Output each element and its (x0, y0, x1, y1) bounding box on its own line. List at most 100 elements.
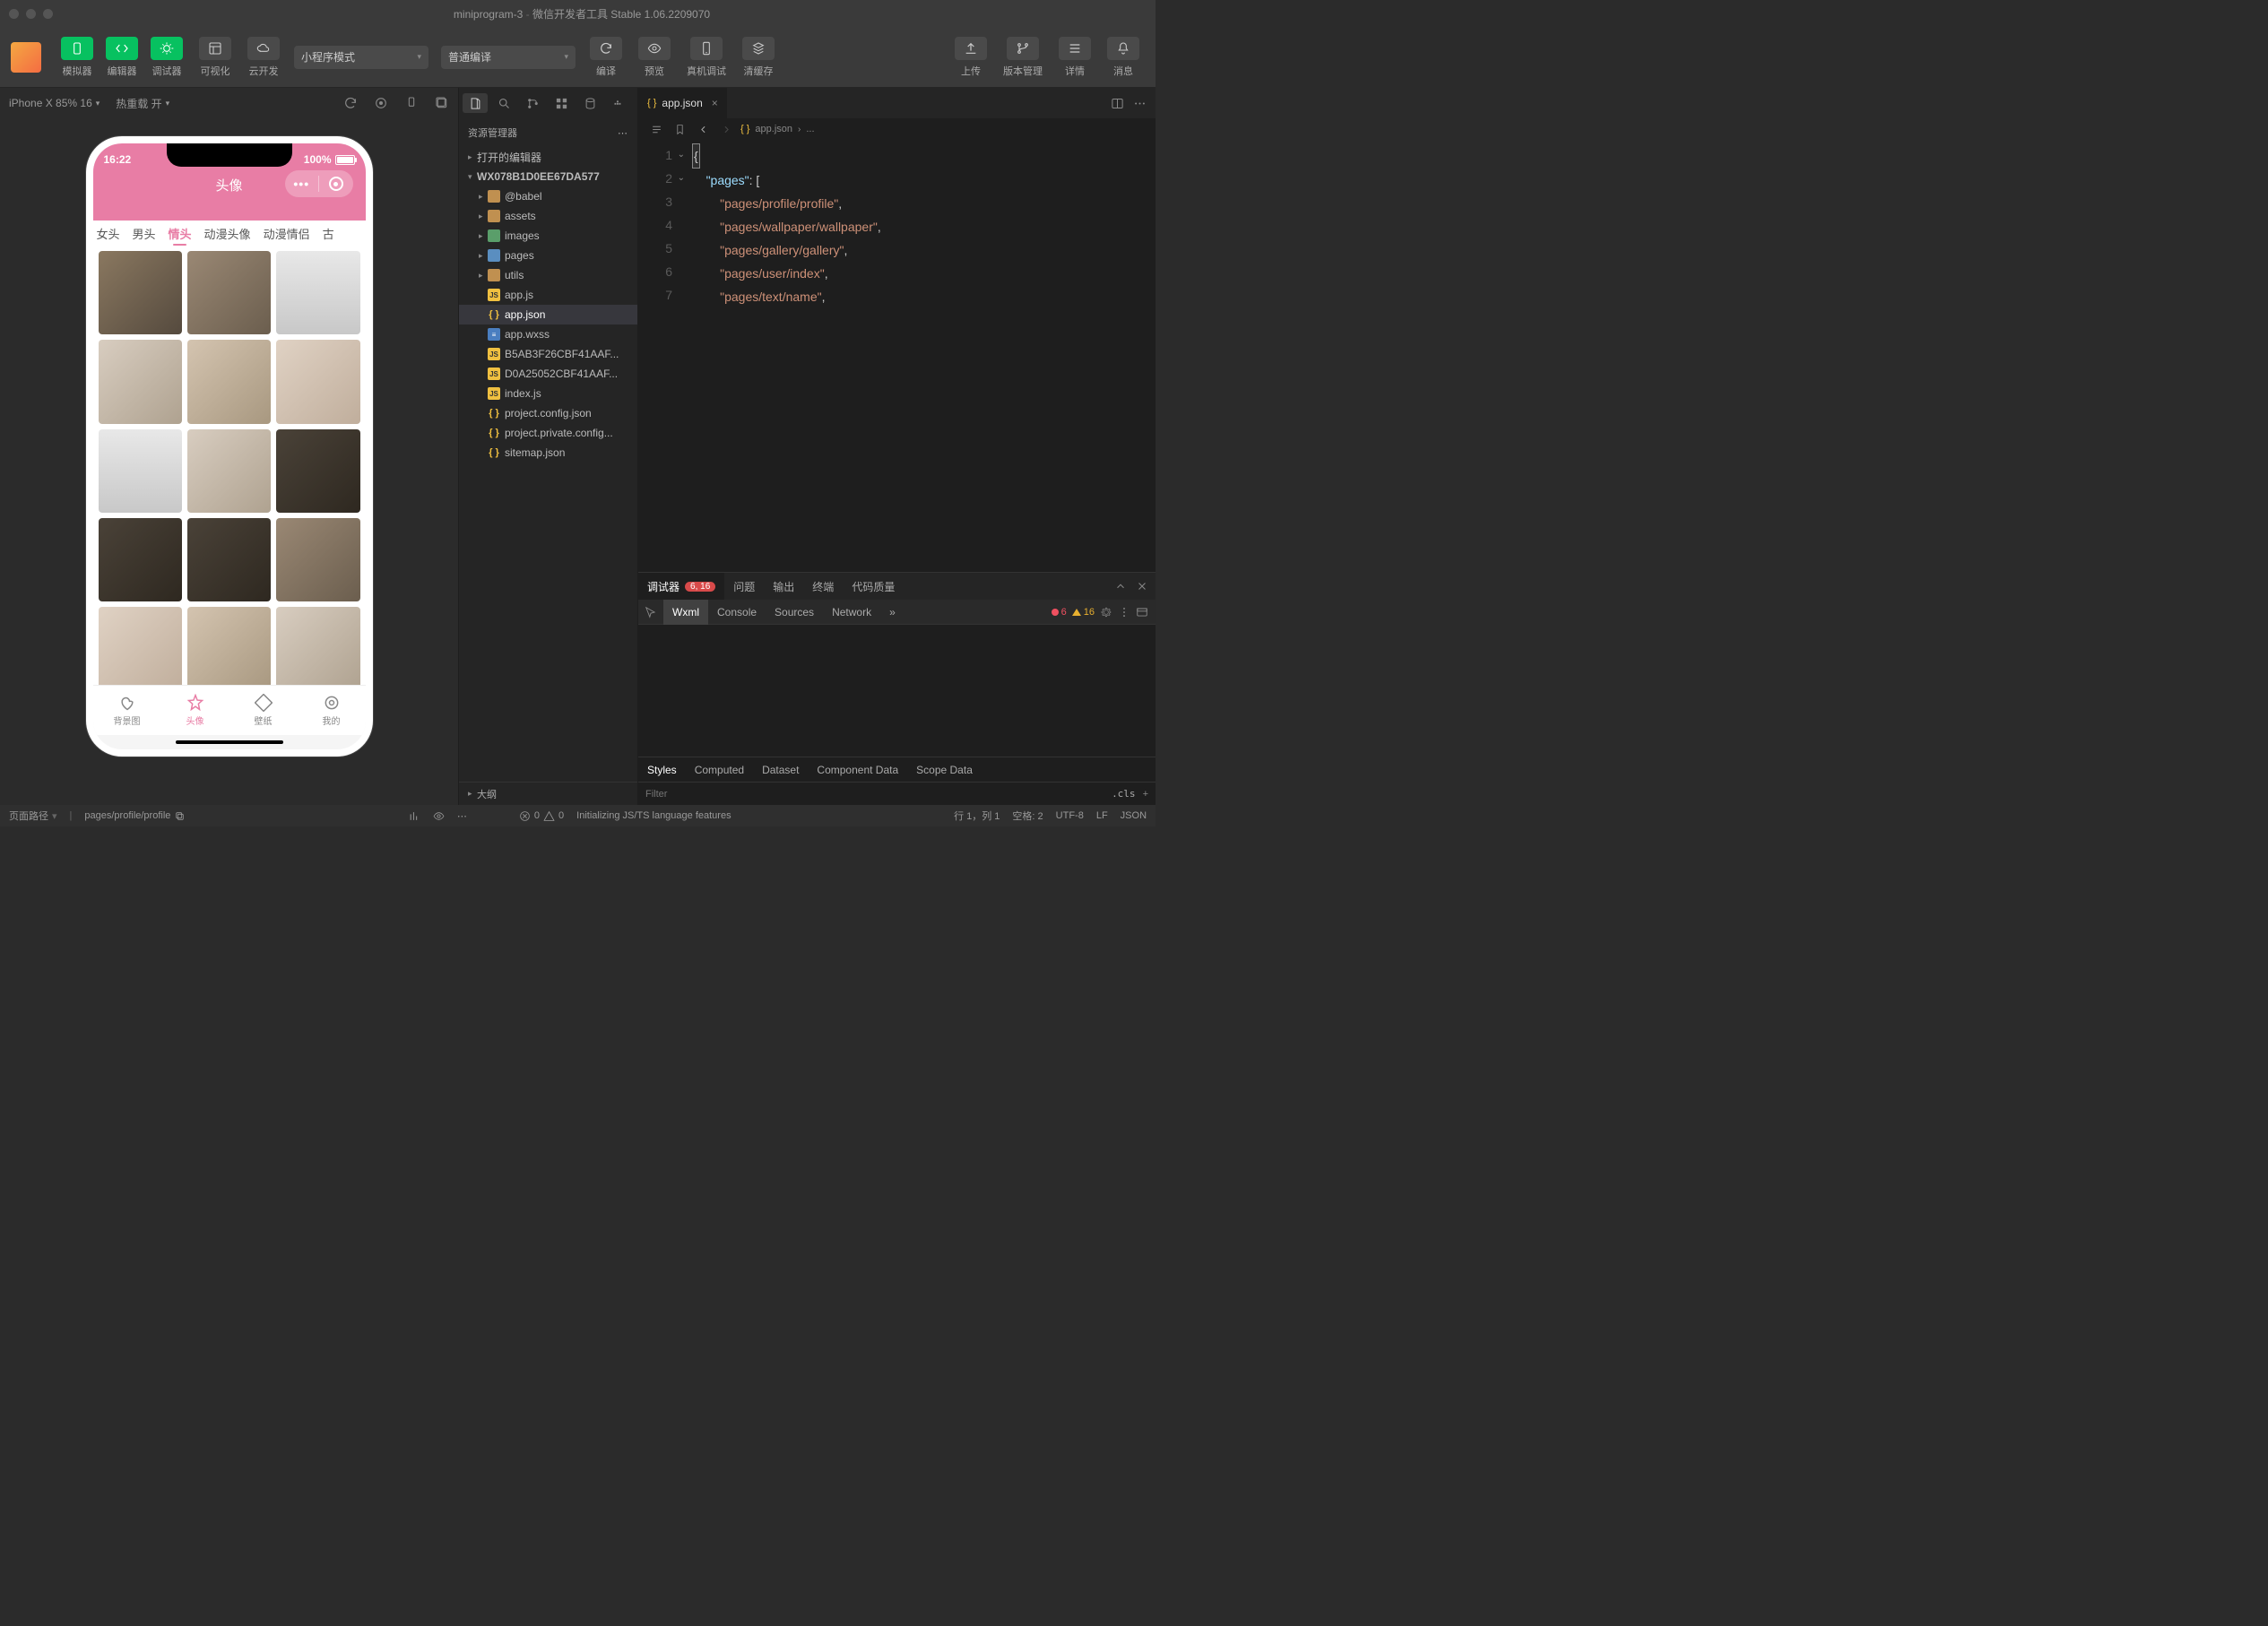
avatar-cell[interactable] (276, 518, 359, 601)
tab-anime[interactable]: 动漫头像 (204, 225, 251, 242)
git-tab-icon[interactable] (520, 93, 545, 113)
tree-file[interactable]: { }project.private.config... (459, 423, 637, 443)
tab-bg[interactable]: 背景图 (93, 686, 161, 735)
close-icon[interactable]: × (712, 97, 718, 109)
tree-file[interactable]: JSapp.js (459, 285, 637, 305)
filter-input[interactable] (645, 789, 1112, 800)
tab-avatar[interactable]: 头像 (161, 686, 229, 735)
eol-status[interactable]: LF (1096, 810, 1108, 821)
cursor-pos[interactable]: 行 1，列 1 (954, 809, 1000, 823)
computed-subtab[interactable]: Computed (686, 757, 753, 783)
avatar-cell[interactable] (276, 429, 359, 513)
tree-file[interactable]: { }sitemap.json (459, 443, 637, 463)
tab-male[interactable]: 男头 (133, 225, 156, 242)
error-badge[interactable]: 6 (1052, 607, 1067, 618)
app-body[interactable] (93, 246, 366, 685)
target-icon[interactable] (329, 177, 343, 191)
network-tab[interactable]: Network (823, 600, 880, 625)
editor-tab[interactable]: { }app.json× (638, 88, 727, 118)
simulator-button[interactable]: 模拟器 (56, 32, 99, 82)
explorer-more-icon[interactable]: ⋯ (618, 127, 628, 139)
back-icon[interactable] (694, 122, 712, 136)
avatar-cell[interactable] (99, 251, 182, 334)
lang-status[interactable]: JSON (1121, 810, 1147, 821)
scopedata-subtab[interactable]: Scope Data (907, 757, 982, 783)
dock-icon[interactable] (1136, 606, 1148, 618)
db-tab-icon[interactable] (577, 93, 602, 113)
dataset-subtab[interactable]: Dataset (753, 757, 808, 783)
copy-icon[interactable] (174, 810, 186, 822)
hotreload-toggle[interactable]: 热重载 开▾ (116, 96, 169, 111)
avatar-cell[interactable] (187, 429, 271, 513)
tree-file[interactable]: JSindex.js (459, 384, 637, 403)
perf-icon[interactable] (409, 810, 420, 822)
user-avatar[interactable] (11, 42, 41, 73)
outline-section[interactable]: ▸大纲 (459, 782, 637, 805)
files-tab-icon[interactable] (463, 93, 488, 113)
clearcache-button[interactable]: 清缓存 (737, 32, 780, 82)
fwd-icon[interactable] (717, 122, 735, 136)
avatar-cell[interactable] (187, 340, 271, 423)
avatar-cell[interactable] (99, 429, 182, 513)
avatar-cell[interactable] (99, 607, 182, 685)
expand-icon[interactable] (435, 96, 449, 110)
tree-file[interactable]: { }project.config.json (459, 403, 637, 423)
avatar-cell[interactable] (276, 251, 359, 334)
tree-folder[interactable]: ▸utils (459, 265, 637, 285)
quality-tab[interactable]: 代码质量 (843, 573, 904, 600)
avatar-cell[interactable] (276, 340, 359, 423)
avatar-cell[interactable] (187, 251, 271, 334)
close-icon[interactable] (1136, 580, 1148, 592)
output-tab[interactable]: 输出 (764, 573, 803, 600)
search-tab-icon[interactable] (491, 93, 516, 113)
tab-couple[interactable]: 情头 (169, 225, 192, 242)
preview-icon[interactable] (433, 810, 445, 822)
editor-button[interactable]: 编辑器 (100, 32, 143, 82)
code-editor[interactable]: 1234567 ⌄ ⌄ { "pages": [ "pages/profile/… (638, 140, 1156, 572)
home-indicator[interactable] (176, 740, 283, 744)
record-icon[interactable] (374, 96, 388, 110)
avatar-cell[interactable] (187, 607, 271, 685)
tab-wallpaper[interactable]: 壁纸 (229, 686, 298, 735)
docker-tab-icon[interactable] (606, 93, 631, 113)
add-style-icon[interactable]: + (1143, 789, 1148, 800)
encoding-status[interactable]: UTF-8 (1056, 810, 1084, 821)
tab-female[interactable]: 女头 (97, 225, 120, 242)
visualize-button[interactable]: 可视化 (194, 32, 237, 82)
upload-button[interactable]: 上传 (949, 32, 992, 82)
bookmark-icon[interactable] (671, 122, 688, 136)
gear-icon[interactable] (1100, 606, 1112, 618)
more-dots-icon[interactable]: ⋯ (457, 810, 467, 822)
devicerotate-icon[interactable] (404, 96, 419, 110)
fold-icon[interactable]: ⌄ (678, 167, 685, 190)
tree-file[interactable]: JSD0A25052CBF41AAF... (459, 364, 637, 384)
realdevice-button[interactable]: 真机调试 (681, 32, 731, 82)
cloud-button[interactable]: 云开发 (242, 32, 285, 82)
console-tab[interactable]: Console (708, 600, 766, 625)
compdata-subtab[interactable]: Component Data (808, 757, 907, 783)
indent-status[interactable]: 空格: 2 (1012, 809, 1043, 823)
avatar-cell[interactable] (276, 607, 359, 685)
tree-file-active[interactable]: { }app.json (459, 305, 637, 324)
errwarn-status[interactable]: 00 (519, 810, 564, 822)
cls-toggle[interactable]: .cls (1112, 788, 1136, 800)
warning-badge[interactable]: 16 (1072, 607, 1095, 618)
styles-subtab[interactable]: Styles (638, 757, 686, 783)
mode-dropdown[interactable]: 小程序模式▾ (294, 46, 428, 69)
tree-folder[interactable]: ▸pages (459, 246, 637, 265)
debugger-tab[interactable]: 调试器6, 16 (638, 573, 724, 600)
ext-tab-icon[interactable] (549, 93, 574, 113)
tree-open-editors[interactable]: ▸打开的编辑器 (459, 147, 637, 167)
tree-root[interactable]: ▾WX078B1D0EE67DA577 (459, 167, 637, 186)
terminal-tab[interactable]: 终端 (803, 573, 843, 600)
more-icon[interactable]: ••• (285, 177, 319, 191)
pagepath-label[interactable]: 页面路径▾ (9, 809, 57, 823)
build-button[interactable]: 编译 (584, 32, 628, 82)
sources-tab[interactable]: Sources (766, 600, 823, 625)
avatar-cell[interactable] (187, 518, 271, 601)
details-button[interactable]: 详情 (1053, 32, 1096, 82)
pagepath-value[interactable]: pages/profile/profile (84, 810, 186, 822)
outline-icon[interactable] (647, 122, 665, 136)
tab-animecouple[interactable]: 动漫情侣 (264, 225, 310, 242)
chevron-up-icon[interactable] (1114, 580, 1127, 592)
